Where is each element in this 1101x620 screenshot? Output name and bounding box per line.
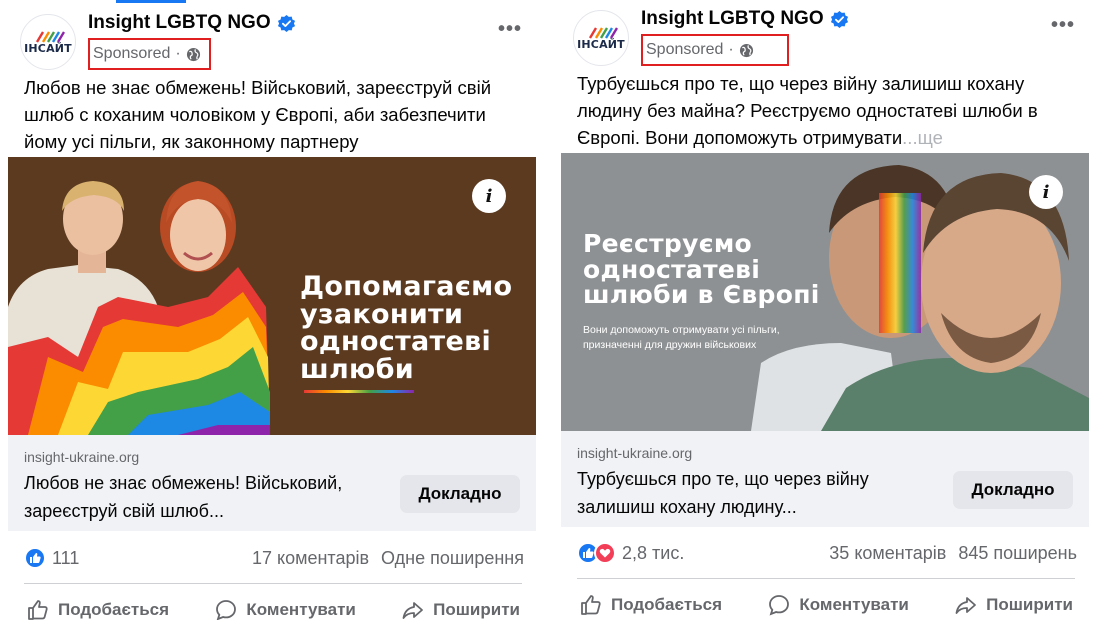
sponsored-label-highlight: Sponsored · bbox=[641, 34, 789, 66]
learn-more-button[interactable]: Докладно bbox=[400, 475, 520, 513]
sponsored-label-highlight: Sponsored · bbox=[88, 38, 211, 70]
reaction-icons[interactable] bbox=[24, 547, 46, 569]
globe-icon bbox=[739, 43, 753, 57]
page-name-link[interactable]: Insight LGBTQ NGO bbox=[641, 8, 849, 30]
sponsored-post-2: ІНСАЙТ Insight LGBTQ NGO Sponsored · •••… bbox=[559, 0, 1089, 620]
comment-button[interactable]: Коментувати bbox=[206, 598, 364, 620]
share-icon bbox=[402, 602, 424, 619]
post-caption-text: Турбуєшься про те, що через війну залиши… bbox=[577, 73, 1038, 148]
comment-icon bbox=[769, 595, 790, 616]
link-preview[interactable]: insight-ukraine.org Любов не знає обмеже… bbox=[8, 435, 536, 531]
love-icon bbox=[594, 542, 616, 564]
ad-headline-line: шлюби bbox=[300, 353, 414, 385]
link-preview[interactable]: insight-ukraine.org Турбуєшься про те, щ… bbox=[561, 431, 1089, 527]
action-bar: Подобається Коментувати Поширити bbox=[571, 588, 1081, 620]
verified-badge-icon bbox=[277, 14, 295, 32]
comment-icon bbox=[216, 600, 237, 620]
sponsored-post-1: ІНСАЙТ Insight LGBTQ NGO Sponsored · •••… bbox=[6, 0, 536, 620]
page-avatar[interactable]: ІНСАЙТ bbox=[573, 10, 629, 66]
page-name[interactable]: Insight LGBTQ NGO bbox=[88, 12, 271, 34]
ad-headline-line: одностатеві bbox=[583, 254, 761, 284]
ad-headline: Реєструємо одностатеві шлюби в Європі bbox=[583, 231, 820, 308]
ad-headline-line: Реєструємо bbox=[583, 229, 753, 258]
share-icon bbox=[955, 597, 977, 614]
logo-rainbow-icon bbox=[588, 27, 618, 39]
reaction-count[interactable]: 2,8 тис. bbox=[622, 543, 684, 564]
more-options-icon[interactable]: ••• bbox=[1051, 14, 1075, 37]
more-options-icon[interactable]: ••• bbox=[498, 18, 522, 41]
sponsored-label[interactable]: Sponsored bbox=[93, 45, 170, 63]
share-label: Поширити bbox=[433, 600, 520, 619]
like-icon bbox=[24, 547, 46, 569]
comment-count[interactable]: 35 коментарів bbox=[829, 543, 946, 564]
like-label: Подобається bbox=[611, 595, 723, 614]
link-domain: insight-ukraine.org bbox=[577, 445, 693, 461]
page-name[interactable]: Insight LGBTQ NGO bbox=[641, 8, 824, 30]
ad-subtext: Вони допоможуть отримувати усі пільги, п… bbox=[583, 324, 780, 351]
sponsored-label[interactable]: Sponsored bbox=[646, 41, 723, 59]
share-label: Поширити bbox=[986, 595, 1073, 614]
page-avatar[interactable]: ІНСАЙТ bbox=[20, 14, 76, 70]
thumbs-up-icon bbox=[28, 600, 48, 620]
rainbow-underline bbox=[304, 390, 414, 393]
ad-headline: Допомагаємо узаконити одностатеві шлюби bbox=[300, 273, 512, 383]
share-button[interactable]: Поширити bbox=[393, 598, 528, 620]
post-caption: Турбуєшься про те, що через війну залиши… bbox=[577, 70, 1079, 151]
ad-info-icon[interactable]: i bbox=[472, 179, 506, 213]
comment-label: Коментувати bbox=[799, 595, 909, 614]
meta-separator: · bbox=[728, 41, 734, 58]
divider bbox=[577, 578, 1075, 579]
ad-info-icon[interactable]: i bbox=[1029, 175, 1063, 209]
comment-label: Коментувати bbox=[246, 600, 356, 619]
ad-creative-image[interactable]: i Реєструємо одностатеві шлюби в Європі … bbox=[561, 153, 1089, 431]
globe-icon bbox=[186, 47, 200, 61]
post-header: ІНСАЙТ Insight LGBTQ NGO Sponsored · ••• bbox=[6, 8, 536, 70]
reaction-count[interactable]: 111 bbox=[52, 548, 79, 569]
engagement-stats: 111 17 коментарів Одне поширення bbox=[24, 543, 524, 573]
post-caption: Любов не знає обмежень! Військовий, заре… bbox=[24, 77, 492, 152]
see-more-link[interactable]: ...ще bbox=[902, 127, 943, 148]
ad-headline-line: узаконити bbox=[300, 298, 464, 330]
ad-headline-line: одностатеві bbox=[300, 326, 492, 358]
ad-headline-line: Допомагаємо bbox=[300, 271, 513, 302]
logo-text: ІНСАЙТ bbox=[24, 42, 72, 55]
ad-creative-image[interactable]: i Допомагаємо узаконити одностатеві шлюб… bbox=[8, 157, 536, 435]
action-bar: Подобається Коментувати Поширити bbox=[18, 593, 528, 620]
post-header: ІНСАЙТ Insight LGBTQ NGO Sponsored · ••• bbox=[559, 4, 1089, 66]
reaction-icons[interactable] bbox=[577, 542, 616, 564]
link-domain: insight-ukraine.org bbox=[24, 449, 140, 465]
meta-separator: · bbox=[175, 45, 181, 62]
engagement-stats: 2,8 тис. 35 коментарів 845 поширень bbox=[577, 538, 1077, 568]
link-title[interactable]: Любов не знає обмежень! Військовий, заре… bbox=[24, 469, 384, 525]
comment-count[interactable]: 17 коментарів bbox=[252, 548, 369, 569]
like-button[interactable]: Подобається bbox=[18, 598, 177, 620]
logo-rainbow-icon bbox=[35, 31, 65, 43]
share-count[interactable]: 845 поширень bbox=[958, 543, 1077, 564]
link-title[interactable]: Турбуєшься про те, що через війну залиши… bbox=[577, 465, 937, 521]
comment-button[interactable]: Коментувати bbox=[759, 593, 917, 617]
logo-text: ІНСАЙТ bbox=[577, 38, 625, 51]
thumbs-up-icon bbox=[581, 595, 601, 615]
like-label: Подобається bbox=[58, 600, 170, 619]
page-name-link[interactable]: Insight LGBTQ NGO bbox=[88, 12, 296, 34]
tab-indicator bbox=[116, 0, 186, 3]
verified-badge-icon bbox=[830, 10, 848, 28]
share-button[interactable]: Поширити bbox=[946, 593, 1081, 617]
divider bbox=[24, 583, 522, 584]
learn-more-button[interactable]: Докладно bbox=[953, 471, 1073, 509]
ad-headline-line: шлюби в Європі bbox=[583, 280, 820, 309]
like-button[interactable]: Подобається bbox=[571, 593, 730, 617]
share-count[interactable]: Одне поширення bbox=[381, 548, 524, 569]
